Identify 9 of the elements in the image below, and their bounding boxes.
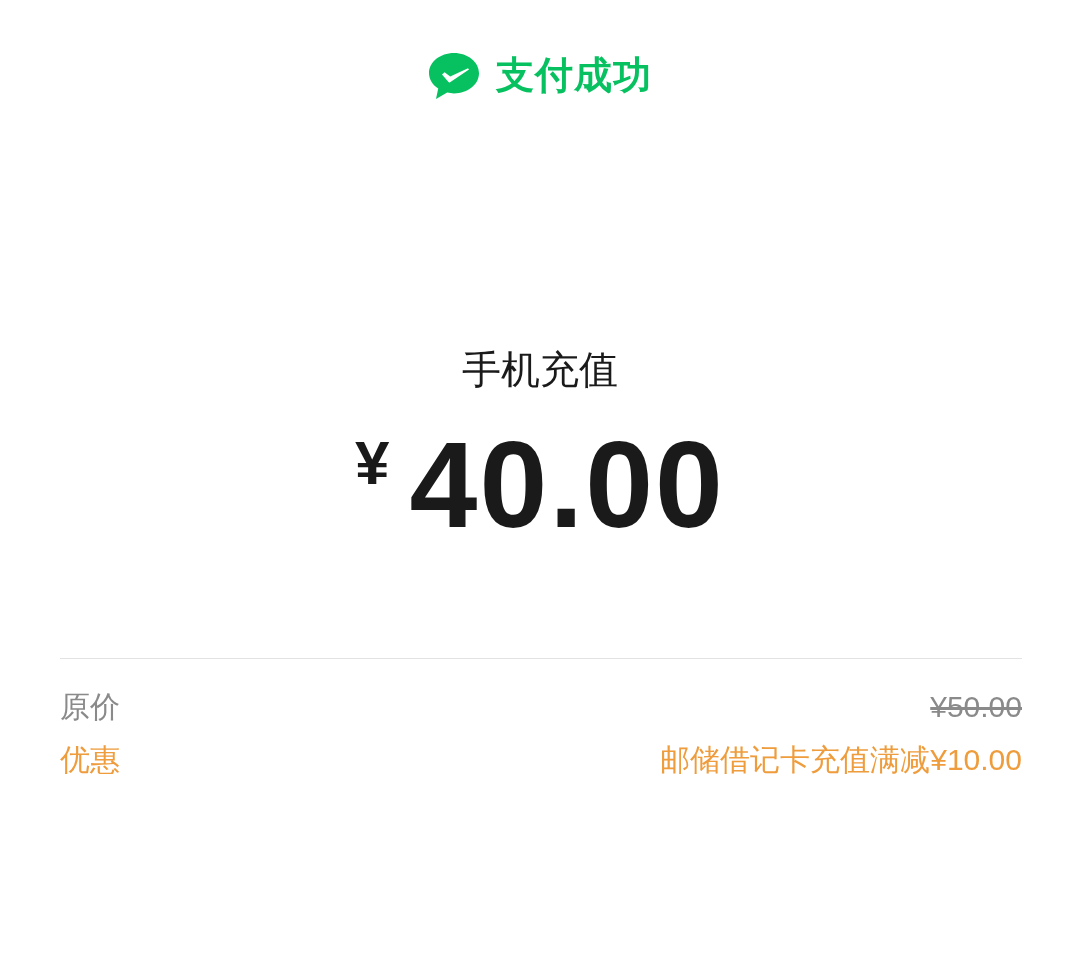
currency-symbol: ¥ — [355, 431, 390, 494]
page-title: 支付成功 — [496, 53, 652, 99]
discount-value: 邮储借记卡充值满减¥10.00 — [660, 741, 1022, 778]
original-price-label: 原价 — [60, 688, 120, 725]
original-price-value: ¥50.00 — [930, 688, 1022, 725]
discount-label: 优惠 — [60, 741, 120, 778]
merchant-name: 手机充值 — [462, 347, 618, 393]
chat-bubble-check-icon — [428, 52, 480, 100]
payment-amount: 40.00 — [409, 423, 725, 546]
